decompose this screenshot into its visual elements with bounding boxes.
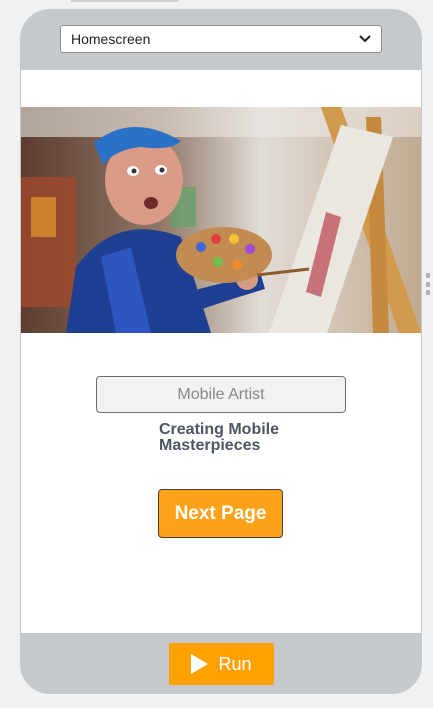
run-button-label: Run (218, 653, 252, 674)
artist-painting-image (21, 107, 421, 333)
subtitle-text: Creating Mobile Masterpieces (159, 421, 280, 454)
top-tab-indicator (71, 0, 179, 2)
resize-handle[interactable] (426, 273, 430, 295)
run-button[interactable]: Run (169, 643, 274, 685)
name-field[interactable]: Mobile Artist (96, 376, 346, 413)
app-screen: Mobile Artist Creating Mobile Masterpiec… (21, 70, 421, 633)
device-frame: Homescreen Mobile Artist Creating Mobile… (20, 9, 422, 694)
grip-dot (426, 281, 430, 287)
grip-dot (426, 290, 430, 295)
screen-selector-value: Homescreen (71, 31, 151, 47)
next-page-button[interactable]: Next Page (158, 489, 283, 538)
chevron-down-icon (359, 35, 371, 43)
play-icon (191, 654, 209, 674)
hero-image (21, 107, 421, 333)
grip-dot (426, 273, 430, 278)
device-header: Homescreen (20, 9, 422, 70)
device-footer: Run (20, 633, 422, 694)
screen-selector-dropdown[interactable]: Homescreen (60, 25, 382, 53)
